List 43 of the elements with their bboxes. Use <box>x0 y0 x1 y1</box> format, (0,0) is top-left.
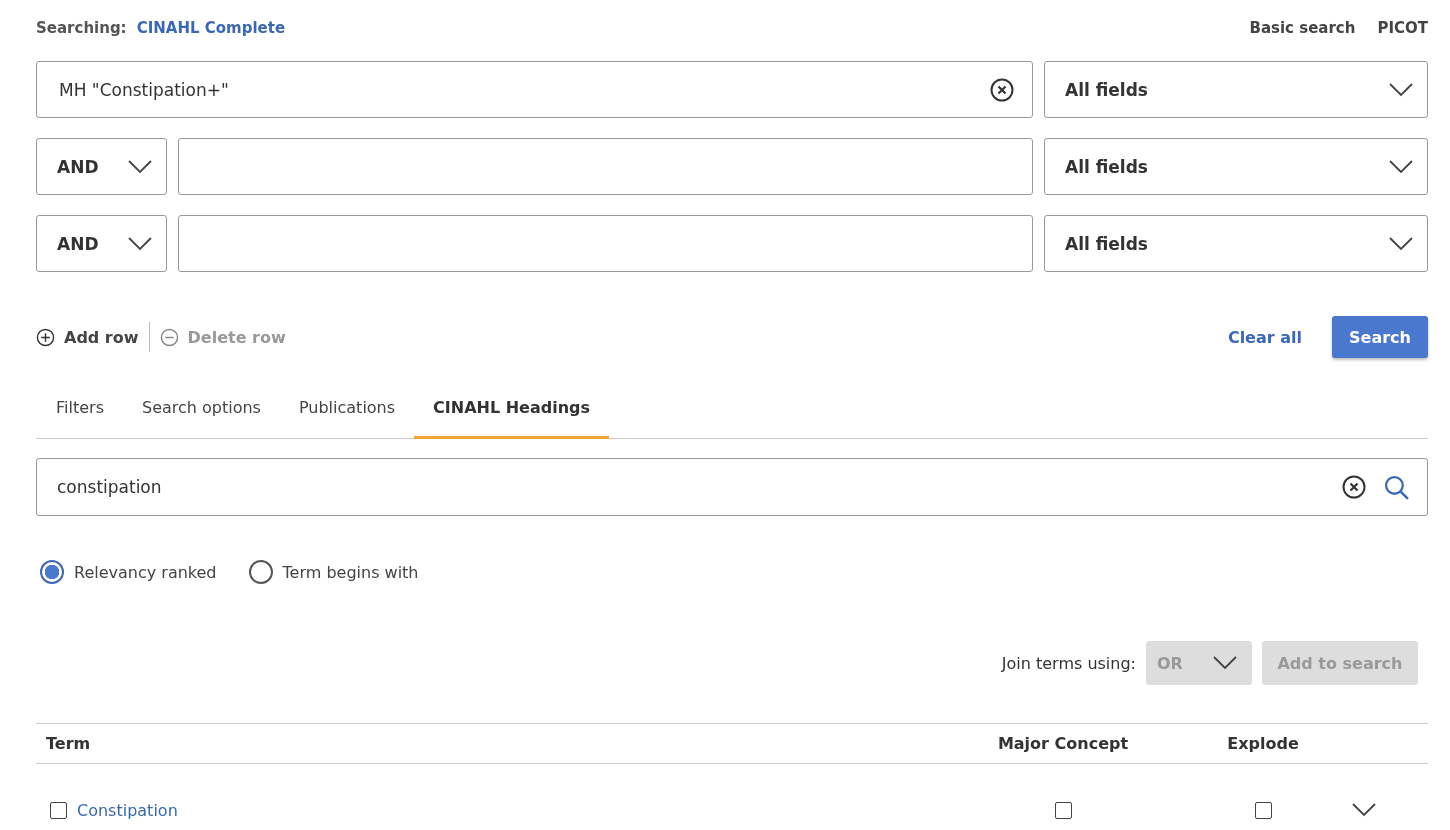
field-dropdown[interactable]: All fields <box>1044 215 1428 272</box>
searching-label: Searching: <box>36 19 127 37</box>
tab[interactable]: Filters <box>36 379 123 439</box>
chevron-down-icon[interactable] <box>1352 803 1376 817</box>
chevron-down-icon <box>1213 656 1237 670</box>
radio-button[interactable] <box>248 560 273 584</box>
headings-search-field[interactable]: constipation <box>36 458 1428 516</box>
tab[interactable]: Search options <box>122 379 280 439</box>
operator-dropdown[interactable]: AND <box>36 138 167 195</box>
chevron-down-icon <box>128 236 152 251</box>
clear-icon[interactable] <box>1342 475 1366 499</box>
search-mode-link[interactable]: PICOT <box>1377 19 1428 37</box>
checkbox[interactable] <box>1254 801 1272 819</box>
search-input-field[interactable] <box>178 138 1033 195</box>
join-terms-label: Join terms using: <box>1001 653 1136 673</box>
search-button[interactable]: Search <box>1332 316 1428 358</box>
clear-all-link[interactable]: Clear all <box>1227 327 1302 347</box>
chevron-down-icon <box>128 159 152 174</box>
field-dropdown[interactable]: All fields <box>1044 138 1428 195</box>
clear-icon[interactable] <box>990 77 1014 102</box>
radio-label: Relevancy ranked <box>74 562 217 582</box>
minus-circle-icon <box>159 327 179 347</box>
search-input-field[interactable] <box>178 215 1033 272</box>
plus-circle-icon <box>36 327 55 347</box>
tab[interactable]: Publications <box>279 379 415 439</box>
tab[interactable]: CINAHL Headings <box>414 379 610 439</box>
radio-button[interactable] <box>40 560 64 584</box>
field-dropdown[interactable]: All fields <box>1044 61 1428 118</box>
column-header: Major Concept <box>997 734 1129 753</box>
checkbox[interactable] <box>50 801 67 819</box>
database-link[interactable]: CINAHL Complete <box>136 19 286 37</box>
chevron-down-icon <box>1389 236 1413 251</box>
operator-dropdown[interactable]: AND <box>36 215 167 272</box>
add-row-button[interactable]: Add row <box>36 327 139 347</box>
chevron-down-icon <box>1389 159 1413 174</box>
search-mode-link[interactable]: Basic search <box>1249 19 1356 37</box>
radio-label: Term begins with <box>282 562 419 582</box>
search-icon[interactable] <box>1384 474 1409 500</box>
chevron-down-icon <box>1389 82 1413 97</box>
search-input-field[interactable]: MH "Constipation+" <box>36 61 1033 118</box>
term-link[interactable]: Constipation <box>77 800 178 820</box>
column-header: Explode <box>1227 734 1299 753</box>
checkbox[interactable] <box>1054 801 1072 819</box>
